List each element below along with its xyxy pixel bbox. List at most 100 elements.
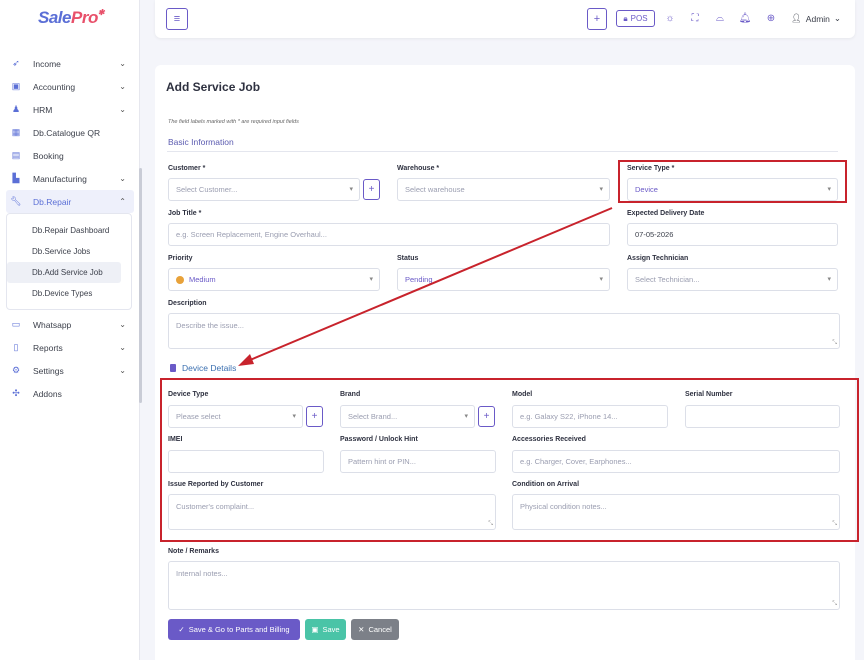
technician-placeholder: Select Technician... (635, 275, 700, 284)
menu-toggle-button[interactable]: ≡ (166, 8, 188, 30)
chevron-down-icon: ⌄ (119, 343, 126, 352)
basic-info-heading: Basic Information (168, 137, 234, 147)
sidebar-item-label: Db.Repair (33, 196, 72, 207)
add-customer-button[interactable]: + (363, 179, 380, 200)
status-select[interactable]: Pending (397, 268, 610, 291)
check-icon: ✓ (178, 625, 185, 634)
chevron-down-icon: ⌄ (119, 320, 126, 329)
quick-add-button[interactable]: + (587, 8, 607, 30)
job-title-input[interactable]: e.g. Screen Replacement, Engine Overhaul… (168, 223, 610, 246)
sidebar-item-label: Accounting (33, 81, 76, 92)
required-note: The field labels marked with * are requi… (168, 119, 299, 125)
cancel-button[interactable]: ✕ Cancel (351, 619, 399, 640)
sidebar-item-label: Whatsapp (33, 319, 72, 330)
priority-value: Medium (189, 275, 216, 284)
wrench-icon: 🔧︎ (10, 196, 22, 206)
app-logo[interactable]: SalePro✱ (38, 8, 105, 28)
user-icon: 👤︎ (791, 13, 802, 23)
basket-icon[interactable]: ⌓ (714, 12, 726, 24)
remarks-label: Note / Remarks (168, 548, 219, 555)
sidebar-item-repair[interactable]: 🔧︎ Db.Repair ⌃ (6, 190, 134, 213)
warehouse-select[interactable]: Select warehouse (397, 178, 610, 201)
qr-icon: ▦ (11, 127, 21, 137)
gear-icon: ⚙ (11, 365, 21, 375)
warehouse-label: Warehouse * (397, 165, 440, 172)
delivery-date-value: 07-05-2026 (635, 230, 674, 239)
sidebar: SalePro✱ ➶ Income ⌄ ▣ Accounting ⌄ ♟ HRM ⌄ ▦ Db… (0, 0, 142, 660)
submenu-add-service-job[interactable]: Db.Add Service Job (7, 262, 121, 283)
save-button[interactable]: ▣ Save (305, 619, 346, 640)
chevron-down-icon: ⌄ (119, 59, 126, 68)
globe-icon[interactable]: ⊕ (765, 12, 777, 24)
sidebar-item-label: HRM (33, 104, 53, 115)
sidebar-item-manufacturing[interactable]: ▙ Manufacturing ⌄ (0, 167, 140, 190)
save-and-parts-button[interactable]: ✓ Save & Go to Parts and Billing (168, 619, 300, 640)
service-type-highlight-box (618, 160, 847, 203)
pos-button[interactable]: 🔒︎ POS (616, 10, 655, 27)
sidebar-scrollbar[interactable] (139, 168, 142, 403)
sidebar-item-settings[interactable]: ⚙ Settings ⌄ (0, 359, 140, 382)
remarks-textarea[interactable]: Internal notes... (168, 561, 840, 610)
sidebar-item-catalogue-qr[interactable]: ▦ Db.Catalogue QR (0, 121, 140, 144)
customer-select[interactable]: Select Customer... (168, 178, 360, 201)
chevron-up-icon: ⌃ (119, 197, 126, 206)
sidebar-item-label: Addons (33, 388, 62, 399)
sidebar-item-label: Db.Catalogue QR (33, 127, 101, 138)
chevron-down-icon: ⌄ (119, 174, 126, 183)
sidebar-item-reports[interactable]: ▯ Reports ⌄ (0, 336, 140, 359)
lock-icon: 🔒︎ (623, 13, 628, 23)
sidebar-item-addons[interactable]: ✣ Addons (0, 382, 140, 405)
plus-icon: + (368, 184, 375, 195)
sidebar-item-income[interactable]: ➶ Income ⌄ (0, 52, 140, 75)
technician-label: Assign Technician (627, 255, 689, 262)
sidebar-item-whatsapp[interactable]: ▭ Whatsapp ⌄ (0, 313, 140, 336)
book-icon (170, 364, 176, 372)
sidebar-nav: ➶ Income ⌄ ▣ Accounting ⌄ ♟ HRM ⌄ ▦ Db.Catalogu… (0, 52, 140, 405)
calendar-icon: ▤ (11, 150, 21, 160)
brightness-icon[interactable]: ☼ (664, 12, 676, 24)
sidebar-item-label: Income (33, 58, 61, 69)
chevron-down-icon: ⌄ (119, 105, 126, 114)
sidebar-item-label: Settings (33, 365, 64, 376)
technician-select[interactable]: Select Technician... (627, 268, 838, 291)
factory-icon: ▙ (12, 173, 20, 183)
bell-icon[interactable]: 🔔︎ (739, 12, 752, 24)
status-label: Status (397, 255, 419, 262)
remarks-placeholder: Internal notes... (176, 569, 228, 578)
device-details-highlight-box (160, 378, 859, 542)
chat-icon: ▭ (11, 319, 21, 329)
briefcase-icon: ▣ (11, 81, 21, 91)
close-icon: ✕ (358, 625, 365, 634)
submenu-service-jobs[interactable]: Db.Service Jobs (7, 241, 131, 262)
priority-label: Priority (168, 255, 193, 262)
chevron-down-icon: ⌄ (119, 82, 126, 91)
description-textarea[interactable]: Describe the issue... (168, 313, 840, 349)
submenu-repair-dashboard[interactable]: Db.Repair Dashboard (7, 220, 131, 241)
submenu-device-types[interactable]: Db.Device Types (7, 283, 131, 304)
job-title-label: Job Title * (168, 210, 202, 217)
chevron-down-icon: ⌄ (119, 366, 126, 375)
sidebar-item-label: Booking (33, 150, 64, 161)
sidebar-item-hrm[interactable]: ♟ HRM ⌄ (0, 98, 140, 121)
device-details-label: Device Details (182, 363, 237, 373)
sidebar-item-label: Reports (33, 342, 63, 353)
save-icon: ▣ (311, 625, 319, 634)
plus-icon: + (593, 13, 601, 25)
warehouse-placeholder: Select warehouse (405, 185, 465, 194)
priority-select[interactable]: Medium (168, 268, 380, 291)
priority-medium-icon (176, 275, 184, 284)
chevron-down-icon: ⌄ (833, 13, 842, 23)
user-menu[interactable]: 👤︎ Admin ⌄ (791, 13, 841, 24)
fullscreen-icon[interactable]: ⛶ (689, 12, 701, 24)
form-card: Add Service Job The field labels marked … (155, 65, 855, 660)
cancel-label: Cancel (368, 625, 392, 634)
sidebar-item-label: Manufacturing (33, 173, 87, 184)
delivery-date-input[interactable]: 07-05-2026 (627, 223, 838, 246)
divider (167, 151, 838, 152)
sidebar-item-accounting[interactable]: ▣ Accounting ⌄ (0, 75, 140, 98)
sidebar-item-booking[interactable]: ▤ Booking (0, 144, 140, 167)
users-icon: ♟ (11, 104, 21, 114)
customer-placeholder: Select Customer... (176, 185, 238, 194)
save-and-parts-label: Save & Go to Parts and Billing (188, 625, 290, 634)
job-title-placeholder: e.g. Screen Replacement, Engine Overhaul… (176, 230, 327, 239)
